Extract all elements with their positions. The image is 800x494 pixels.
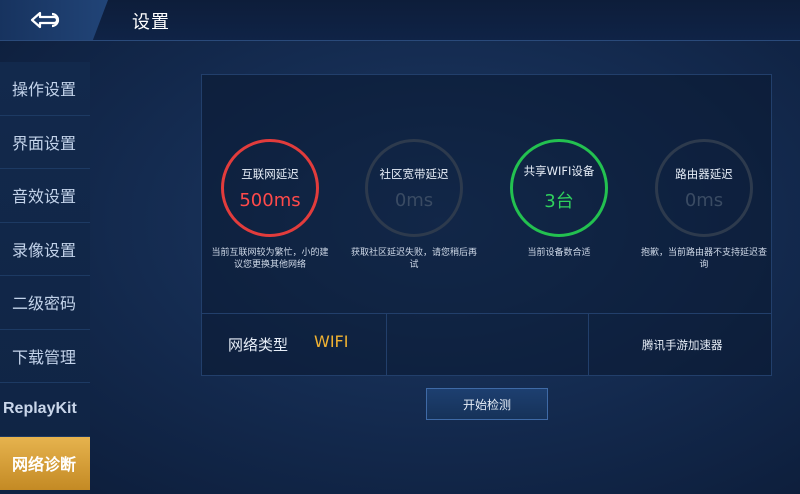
network-type-value: WIFI [314, 332, 349, 351]
metric-title: 社区宽带延迟 [379, 166, 449, 181]
sidebar-item-network-diagnosis[interactable]: 网络诊断 [0, 436, 90, 490]
metric-title: 共享WIFI设备 [523, 164, 595, 178]
metric-value: 0ms [684, 189, 724, 211]
internet-latency-ring: 互联网延迟 500ms [221, 139, 319, 237]
metric-internet-latency: 互联网延迟 500ms 当前互联网较为繁忙，小的建议您更换其他网络 [202, 139, 338, 271]
top-bar: 设置 [0, 0, 800, 41]
metric-value: 3台 [544, 191, 574, 212]
tencent-accelerator-link[interactable]: 腾讯手游加速器 [642, 337, 723, 353]
network-diagnosis-panel: 互联网延迟 500ms 当前互联网较为繁忙，小的建议您更换其他网络 社区宽带延迟… [201, 74, 772, 376]
settings-sidebar: 操作设置 界面设置 音效设置 录像设置 二级密码 下载管理 ReplayKit … [0, 62, 90, 494]
router-latency-ring: 路由器延迟 0ms [655, 139, 753, 237]
page-title: 设置 [132, 12, 170, 33]
metric-community-latency: 社区宽带延迟 0ms 获取社区延迟失败，请您稍后再试 [344, 139, 484, 271]
back-button[interactable] [0, 0, 108, 40]
metric-value: 0ms [394, 189, 434, 211]
metric-description: 抱歉，当前路由器不支持延迟查询 [640, 248, 767, 270]
community-latency-ring: 社区宽带延迟 0ms [365, 139, 463, 237]
sidebar-item-secondary-password[interactable]: 二级密码 [0, 276, 90, 330]
metric-title: 互联网延迟 [241, 166, 299, 181]
metric-title: 路由器延迟 [675, 166, 733, 181]
divider [386, 314, 387, 376]
sidebar-item-interface[interactable]: 界面设置 [0, 116, 90, 169]
divider [588, 314, 589, 376]
sidebar-item-download[interactable]: 下载管理 [0, 330, 90, 383]
start-detection-button[interactable]: 开始检测 [426, 388, 548, 420]
metric-value: 500ms [239, 189, 301, 211]
metric-description: 当前互联网较为繁忙，小的建议您更换其他网络 [211, 248, 329, 270]
shared-wifi-ring: 共享WIFI设备 3台 [510, 139, 608, 237]
metric-router-latency: 路由器延迟 0ms 抱歉，当前路由器不支持延迟查询 [634, 139, 774, 271]
sidebar-item-operation[interactable]: 操作设置 [0, 62, 90, 116]
sidebar-item-recording[interactable]: 录像设置 [0, 223, 90, 276]
metric-shared-wifi-devices: 共享WIFI设备 3台 当前设备数合适 [489, 139, 629, 259]
sidebar-item-replaykit[interactable]: ReplayKit [0, 383, 90, 437]
sidebar-item-sound[interactable]: 音效设置 [0, 169, 90, 223]
network-info-row: 网络类型 WIFI 腾讯手游加速器 [202, 313, 771, 376]
back-arrow-icon [30, 11, 60, 29]
network-type-label: 网络类型 [228, 336, 289, 354]
metric-description: 当前设备数合适 [527, 248, 591, 258]
metric-description: 获取社区延迟失败，请您稍后再试 [350, 248, 477, 270]
